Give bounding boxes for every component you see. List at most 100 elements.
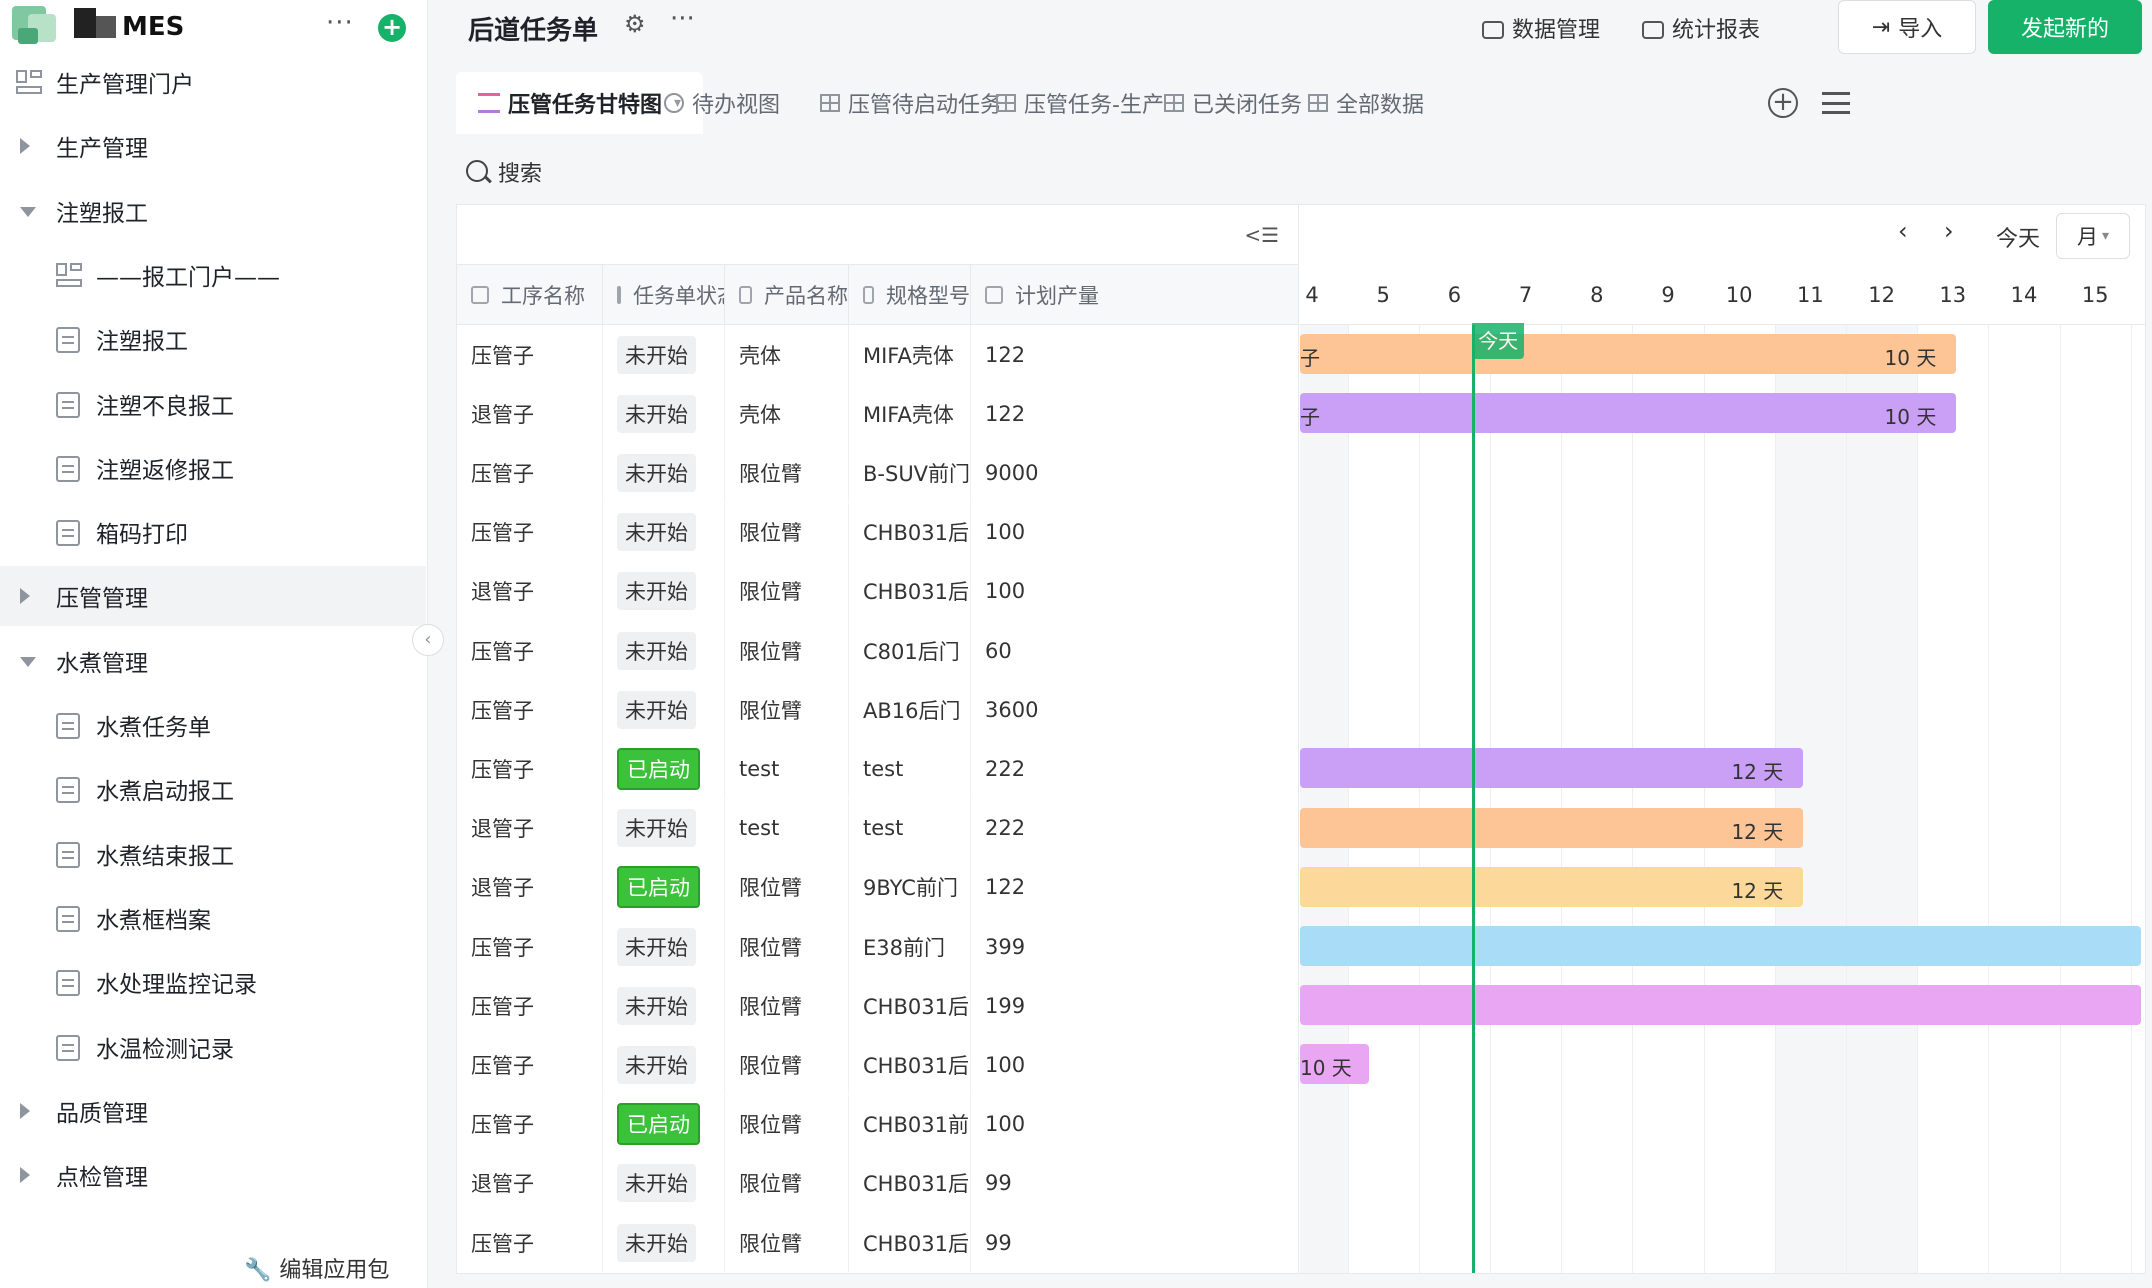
cell-value: 压管子 (471, 698, 534, 723)
scale-select[interactable]: 月 ▾ (2056, 213, 2130, 259)
tab-label: 压管任务甘特图 (508, 93, 663, 118)
table-cell: 已启动 (603, 739, 725, 799)
table-row[interactable]: 退管子 已启动 限位臂 9BYC前门 122 (457, 857, 1298, 917)
grid-icon (996, 94, 1016, 112)
table-cell: 壳体 (725, 384, 849, 444)
search-icon[interactable] (466, 160, 488, 182)
tab[interactable]: 压管任务-生产 (996, 72, 1164, 134)
sidebar-item[interactable]: 点检管理 (0, 1145, 426, 1205)
gantt-bar[interactable]: 子 10 天 (1300, 334, 1957, 374)
search-label[interactable]: 搜索 (498, 156, 542, 188)
grid-line (2059, 325, 2061, 1273)
table-row[interactable]: 压管子 未开始 限位臂 E38前门 399 (457, 917, 1298, 976)
column-header[interactable]: 工序名称 (457, 265, 603, 325)
table-row[interactable]: 压管子 未开始 限位臂 CHB031后门 99 (457, 1213, 1298, 1272)
table-cell: 限位臂 (725, 917, 849, 976)
table-row[interactable]: 压管子 未开始 壳体 MIFA壳体 122 (457, 325, 1298, 384)
gantt-bar[interactable]: 12 天 (1300, 866, 1804, 907)
table-row[interactable]: 压管子 未开始 限位臂 CHB031后门 100 (457, 502, 1298, 562)
cell-value: 退管子 (471, 876, 534, 901)
table-row[interactable]: 退管子 未开始 限位臂 CHB031后门 99 (457, 1153, 1298, 1213)
table-row[interactable]: 退管子 未开始 壳体 MIFA壳体 122 (457, 384, 1298, 444)
sidebar-item[interactable]: 水煮框档案 (0, 888, 426, 948)
sidebar-item[interactable]: 注塑返修报工 (0, 438, 426, 498)
field-type-icon (985, 286, 1003, 304)
table-row[interactable]: 压管子 已启动 限位臂 CHB031前门 100 (457, 1094, 1298, 1154)
sidebar-item[interactable]: 箱码打印 (0, 502, 426, 562)
settings-icon[interactable]: ⚙ (624, 10, 646, 38)
column-header[interactable]: 计划产量 (971, 265, 1298, 325)
column-header[interactable]: 产品名称 (725, 265, 849, 325)
sidebar-item[interactable]: 水处理监控记录 (0, 952, 426, 1012)
tab[interactable]: 已关闭任务 (1164, 72, 1302, 134)
add-view-icon[interactable]: + (1768, 88, 1798, 118)
sidebar-item[interactable]: 水温检测记录 (0, 1017, 426, 1077)
search-bar[interactable]: 搜索 (456, 140, 2146, 202)
table-cell: 压管子 (457, 680, 603, 740)
table-row[interactable]: 压管子 未开始 限位臂 C801后门 60 (457, 621, 1298, 680)
gantt-bar[interactable] (1300, 985, 2142, 1026)
column-header[interactable]: 规格型号 (849, 265, 971, 325)
column-header[interactable]: 任务单状态 (603, 265, 725, 325)
new-button[interactable]: 发起新的 (1988, 0, 2142, 54)
gantt-timeline-header: 4 5 6 7 8 9 10 11 12 13 14 15 (1300, 265, 2145, 325)
sidebar-item[interactable]: 注塑报工 (0, 181, 426, 241)
grid-line (1988, 325, 1990, 1273)
sidebar-item[interactable]: 压管管理 (0, 566, 426, 627)
tab[interactable]: 全部数据 (1308, 72, 1424, 134)
gantt-bar[interactable]: 12 天 (1300, 807, 1804, 848)
cell-value: 122 (985, 342, 1026, 367)
more-icon[interactable]: ··· (326, 8, 354, 38)
collapse-columns-icon[interactable]: <☰ (1244, 223, 1279, 247)
sidebar-item[interactable]: 水煮管理 (0, 631, 426, 691)
today-button[interactable]: 今天 (1996, 221, 2040, 253)
table-cell: 限位臂 (725, 1094, 849, 1154)
add-icon[interactable]: + (378, 14, 406, 42)
import-button[interactable]: ⇥ 导入 (1838, 0, 1976, 54)
grid-line (1561, 325, 1563, 1273)
table-row[interactable]: 退管子 未开始 限位臂 CHB031后门 100 (457, 561, 1298, 621)
table-row[interactable]: 压管子 未开始 限位臂 CHB031后门 100 (457, 1035, 1298, 1095)
sidebar-item[interactable]: 水煮任务单 (0, 695, 426, 755)
table-cell: 限位臂 (725, 1213, 849, 1272)
gantt-bar[interactable] (1300, 926, 2142, 966)
cell-value: 压管子 (471, 994, 534, 1019)
sidebar-item[interactable]: 水煮启动报工 (0, 759, 426, 819)
sidebar-item[interactable]: 注塑报工 (0, 309, 426, 369)
sidebar-item[interactable]: 水煮结束报工 (0, 824, 426, 884)
cell-value: test (739, 756, 780, 781)
table-toolbar: <☰ (457, 205, 1298, 265)
view-list-icon[interactable] (1822, 92, 1850, 114)
sidebar-item[interactable]: 品质管理 (0, 1081, 426, 1141)
cell-value: B-SUV前门 (863, 461, 971, 486)
table-cell: 未开始 (603, 976, 725, 1036)
chevron-right-icon[interactable]: › (1944, 217, 1954, 245)
day-label: 6 (1447, 283, 1462, 307)
table-row[interactable]: 压管子 未开始 限位臂 B-SUV前门 9000 (457, 443, 1298, 503)
edit-app-button[interactable]: 🔧 编辑应用包 (244, 1252, 389, 1284)
sidebar-item[interactable]: 注塑不良报工 (0, 374, 426, 434)
stats-report-link[interactable]: 统计报表 (1642, 12, 1760, 44)
more-icon[interactable]: ··· (670, 4, 695, 34)
tab[interactable]: 待办视图 (664, 72, 780, 134)
table-row[interactable]: 退管子 未开始 test test 222 (457, 798, 1298, 858)
tab[interactable]: 压管待启动任务 (820, 72, 1002, 134)
table-cell: CHB031后门 (849, 1153, 971, 1213)
table-cell: 退管子 (457, 384, 603, 444)
table-row[interactable]: 压管子 已启动 test test 222 (457, 739, 1298, 799)
data-manage-link[interactable]: 数据管理 (1482, 12, 1600, 44)
gantt-bar[interactable]: 10 天 (1300, 1044, 1369, 1085)
table-cell: 100 (971, 503, 1298, 562)
gantt-bar[interactable]: 12 天 (1300, 748, 1804, 789)
table-row[interactable]: 压管子 未开始 限位臂 CHB031后门 199 (457, 976, 1298, 1036)
grid-line (1846, 325, 1847, 1273)
gantt-bar[interactable]: 子 10 天 (1300, 393, 1957, 434)
chevron-left-icon[interactable]: ‹ (1898, 217, 1908, 245)
table-cell: 限位臂 (725, 561, 849, 621)
sidebar-item[interactable]: 生产管理 (0, 116, 426, 176)
table-row[interactable]: 压管子 未开始 限位臂 AB16后门 3600 (457, 680, 1298, 740)
sidebar-item[interactable]: 生产管理门户 (0, 52, 426, 112)
collapse-sidebar-button[interactable]: ‹ (412, 624, 444, 656)
table-cell: MIFA壳体 (849, 325, 971, 384)
sidebar-item[interactable]: ——报工门户—— (0, 245, 426, 305)
